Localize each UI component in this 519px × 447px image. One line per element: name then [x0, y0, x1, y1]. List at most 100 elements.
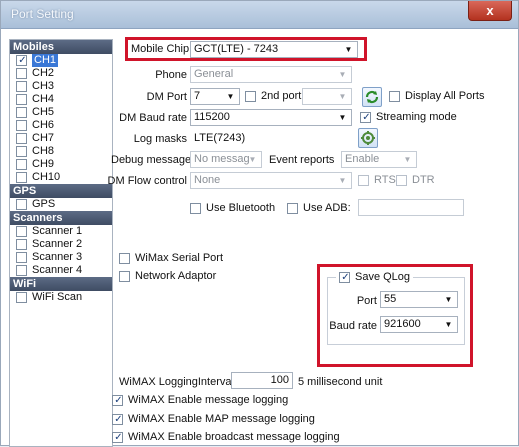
refresh-button[interactable]	[362, 87, 382, 107]
chevron-down-icon[interactable]: ▼	[441, 293, 456, 306]
dtr-checkbox[interactable]	[396, 174, 407, 186]
section-header-scanners: Scanners	[10, 211, 112, 225]
chevron-down-icon[interactable]: ▼	[223, 90, 238, 103]
sidebar-item-ch1[interactable]: CH1	[10, 54, 112, 67]
save-qlog-row[interactable]: Save QLog	[336, 271, 414, 283]
dm-flow-control-label: DM Flow control	[107, 175, 187, 187]
sidebar-item-ch8[interactable]: CH8	[10, 145, 112, 158]
wimax-broadcast-logging-checkbox[interactable]	[112, 431, 124, 443]
sidebar-item-label: CH1	[32, 54, 59, 67]
sidebar-item-ch4[interactable]: CH4	[10, 93, 112, 106]
dtr-row[interactable]: DTR	[396, 174, 435, 186]
sidebar-item-label: CH6	[32, 119, 55, 131]
checkbox[interactable]	[16, 133, 27, 144]
dm-port-select[interactable]: 7 ▼	[190, 88, 240, 105]
chevron-down-icon[interactable]: ▼	[441, 318, 456, 331]
display-all-ports-label: Display All Ports	[405, 90, 485, 102]
title-bar[interactable]: Port Setting x	[1, 1, 518, 29]
qlog-baud-label: Baud rate	[329, 320, 377, 332]
log-masks-button[interactable]	[358, 128, 378, 148]
wimax-broadcast-logging-row[interactable]: WiMAX Enable broadcast message logging	[112, 431, 340, 443]
close-button[interactable]: x	[468, 1, 512, 21]
second-port-checkbox[interactable]	[245, 90, 256, 102]
streaming-mode-checkbox[interactable]	[360, 111, 372, 123]
sidebar-item-wifi-scan[interactable]: WiFi Scan	[10, 291, 112, 304]
event-reports-select[interactable]: Enable ▼	[341, 151, 417, 168]
debug-message-select[interactable]: No messag ▼	[190, 151, 262, 168]
checkbox[interactable]	[16, 81, 27, 92]
sidebar-item-scanner-4[interactable]: Scanner 4	[10, 264, 112, 277]
chevron-down-icon[interactable]: ▼	[335, 68, 350, 81]
wimax-message-logging-checkbox[interactable]	[112, 394, 124, 406]
sidebar-item-ch6[interactable]: CH6	[10, 119, 112, 132]
chevron-down-icon[interactable]: ▼	[335, 111, 350, 124]
streaming-mode-row[interactable]: Streaming mode	[360, 111, 457, 123]
dm-flow-control-select[interactable]: None ▼	[190, 172, 352, 189]
save-qlog-checkbox[interactable]	[339, 271, 351, 283]
checkbox[interactable]	[16, 265, 27, 276]
dm-baud-rate-select[interactable]: 115200 ▼	[190, 109, 352, 126]
checkbox[interactable]	[16, 107, 27, 118]
qlog-port-select[interactable]: 55 ▼	[380, 291, 458, 308]
checkbox[interactable]	[16, 120, 27, 131]
checkbox[interactable]	[16, 159, 27, 170]
checkbox[interactable]	[16, 252, 27, 263]
sidebar-item-label: GPS	[32, 198, 56, 210]
sidebar-item-gps[interactable]: GPS	[10, 198, 112, 211]
sidebar-item-ch5[interactable]: CH5	[10, 106, 112, 119]
mobile-chip-select[interactable]: GCT(LTE) - 7243 ▼	[190, 41, 358, 58]
checkbox[interactable]	[16, 68, 27, 79]
chevron-down-icon[interactable]: ▼	[341, 43, 356, 56]
adb-input[interactable]	[358, 199, 464, 216]
second-port-label: 2nd port	[261, 90, 302, 102]
chevron-down-icon[interactable]: ▼	[335, 174, 350, 187]
qlog-port-value: 55	[384, 293, 397, 305]
sidebar-item-scanner-1[interactable]: Scanner 1	[10, 225, 112, 238]
refresh-icon	[365, 90, 379, 104]
chevron-down-icon[interactable]: ▼	[245, 153, 260, 166]
checkbox[interactable]	[16, 239, 27, 250]
checkbox[interactable]	[16, 55, 28, 66]
sidebar-item-ch3[interactable]: CH3	[10, 80, 112, 93]
qlog-baud-select[interactable]: 921600 ▼	[380, 316, 458, 333]
second-port-select[interactable]: ▼	[302, 88, 352, 105]
checkbox[interactable]	[16, 226, 27, 237]
network-adaptor-row[interactable]: Network Adaptor	[119, 270, 216, 282]
sidebar-item-ch2[interactable]: CH2	[10, 67, 112, 80]
phone-label: Phone	[155, 69, 187, 81]
sidebar-item-ch9[interactable]: CH9	[10, 158, 112, 171]
section-header-wifi: WiFi	[10, 277, 112, 291]
rts-row[interactable]: RTS	[358, 174, 396, 186]
network-adaptor-checkbox[interactable]	[119, 270, 130, 282]
checkbox[interactable]	[16, 146, 27, 157]
sidebar-item-scanner-2[interactable]: Scanner 2	[10, 238, 112, 251]
rts-checkbox[interactable]	[358, 174, 369, 186]
wimax-serial-port-checkbox[interactable]	[119, 252, 130, 264]
wimax-map-logging-row[interactable]: WiMAX Enable MAP message logging	[112, 413, 315, 425]
chevron-down-icon[interactable]: ▼	[335, 90, 350, 103]
sidebar-item-ch10[interactable]: CH10	[10, 171, 112, 184]
sidebar-item-label: CH7	[32, 132, 55, 144]
chevron-down-icon[interactable]: ▼	[400, 153, 415, 166]
checkbox[interactable]	[16, 172, 27, 183]
wimax-serial-port-row[interactable]: WiMax Serial Port	[119, 252, 223, 264]
section-header-gps: GPS	[10, 184, 112, 198]
display-all-ports-checkbox[interactable]	[389, 90, 400, 102]
use-bluetooth-checkbox[interactable]	[190, 202, 201, 214]
use-adb-row[interactable]: Use ADB:	[287, 202, 351, 214]
checkbox[interactable]	[16, 292, 27, 303]
wimax-logging-input[interactable]: 100	[231, 372, 293, 389]
second-port-checkbox-row[interactable]: 2nd port	[245, 90, 301, 102]
checkbox[interactable]	[16, 94, 27, 105]
sidebar-item-scanner-3[interactable]: Scanner 3	[10, 251, 112, 264]
wimax-map-logging-label: WiMAX Enable MAP message logging	[128, 413, 315, 425]
use-bluetooth-row[interactable]: Use Bluetooth	[190, 202, 275, 214]
use-adb-checkbox[interactable]	[287, 202, 298, 214]
sidebar-item-ch7[interactable]: CH7	[10, 132, 112, 145]
phone-select[interactable]: General ▼	[190, 66, 352, 83]
checkbox[interactable]	[16, 199, 27, 210]
wimax-map-logging-checkbox[interactable]	[112, 413, 124, 425]
wimax-message-logging-row[interactable]: WiMAX Enable message logging	[112, 394, 288, 406]
log-masks-field[interactable]: LTE(7243)	[190, 130, 352, 147]
display-all-ports-row[interactable]: Display All Ports	[389, 90, 484, 102]
